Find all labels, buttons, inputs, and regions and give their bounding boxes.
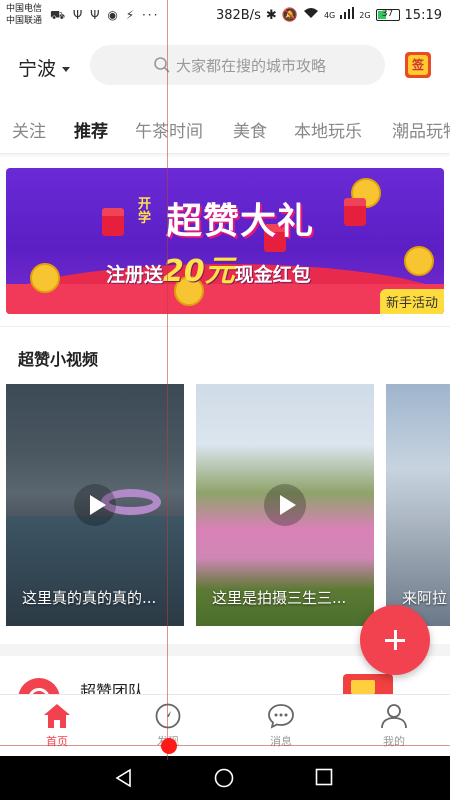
videos-section-title: 超赞小视频 (18, 350, 99, 369)
red-envelope-icon (102, 208, 124, 236)
search-icon (153, 56, 171, 78)
top-header: 宁波 大家都在搜的城市攻略 签 (0, 32, 450, 102)
video-card[interactable]: 来阿拉 (386, 384, 450, 626)
video-caption: 这里真的真的真的... (22, 589, 157, 607)
system-nav-bar (0, 756, 450, 800)
banner-amount: 20元 (163, 254, 235, 289)
nav-messages[interactable]: 消息 (241, 703, 321, 749)
mute-icon: 🔕 (281, 7, 298, 23)
battery-icon: 37 (375, 9, 400, 21)
caret-down-icon (62, 67, 71, 72)
pointer-guide-vertical (167, 0, 168, 760)
home-icon (17, 703, 97, 729)
tab-food[interactable]: 美食 (233, 117, 267, 142)
video-card[interactable]: 这里是拍摄三生三... (196, 384, 374, 626)
signal-4g-label: 4G (323, 10, 336, 20)
clock: 15:19 (404, 7, 442, 23)
compass-icon (128, 703, 208, 729)
notification-icons: ⛟ Ψ Ψ ◉ ⚡ ··· (50, 8, 160, 22)
signin-icon: 签 (408, 55, 428, 75)
banner-subtitle: 注册送20元现金红包 (106, 246, 311, 290)
nav-profile[interactable]: 我的 (354, 703, 434, 749)
signal-2g-label: 2G (359, 10, 371, 20)
recents-icon[interactable] (315, 768, 333, 790)
banner-subtitle-prefix: 注册送 (106, 264, 164, 286)
red-packet-inner (351, 680, 375, 694)
carrier-2: 中国联通 (6, 16, 43, 26)
add-post-button[interactable] (360, 605, 430, 675)
video-thumbnail-pool (6, 516, 184, 626)
search-bar[interactable]: 大家都在搜的城市攻略 (90, 45, 385, 85)
network-speed: 382B/s (215, 7, 261, 23)
video-card[interactable]: 这里真的真的真的... (6, 384, 184, 626)
tab-recommend[interactable]: 推荐 (74, 117, 108, 142)
banner-tag: 开学 (138, 197, 152, 226)
tab-follow[interactable]: 关注 (12, 117, 46, 142)
search-placeholder: 大家都在搜的城市攻略 (176, 57, 327, 75)
signin-button[interactable]: 签 (405, 52, 431, 78)
touch-indicator (161, 738, 177, 754)
tab-afternoon-tea[interactable]: 午茶时间 (135, 117, 203, 142)
new-user-badge: 新手活动 (379, 289, 444, 314)
city-selector[interactable]: 宁波 (18, 54, 71, 81)
coin-icon (30, 263, 60, 293)
status-right: 382B/s ✱ 🔕 4G 2G 37 15:19 (216, 7, 442, 23)
bluetooth-icon: ✱ (265, 7, 277, 23)
nav-home[interactable]: 首页 (17, 703, 97, 749)
video-caption: 来阿拉 (402, 589, 448, 607)
carrier-info: 中国电信 中国联通 (6, 3, 42, 27)
profile-icon (354, 703, 434, 729)
section-divider (0, 326, 450, 327)
back-icon[interactable] (114, 768, 134, 792)
carrier-1: 中国电信 (6, 4, 43, 14)
bottom-navigation: 首页 发现 消息 我的 (0, 694, 450, 756)
nav-profile-label: 我的 (383, 735, 405, 748)
signal-icon (340, 7, 355, 23)
tab-local-fun[interactable]: 本地玩乐 (294, 117, 362, 142)
banner-headline: 超赞大礼 (166, 201, 315, 242)
video-caption: 这里是拍摄三生三... (212, 589, 347, 607)
home-circle-icon[interactable] (214, 768, 234, 792)
wifi-icon (303, 7, 319, 23)
plus-icon-v (394, 630, 397, 650)
play-icon (263, 483, 307, 527)
message-icon (241, 703, 321, 729)
nav-home-label: 首页 (46, 735, 68, 748)
category-tabs: 关注 推荐 午茶时间 美食 本地玩乐 潮品玩物 (0, 102, 450, 154)
status-bar: 中国电信 中国联通 ⛟ Ψ Ψ ◉ ⚡ ··· 382B/s ✱ 🔕 4G 2G… (0, 0, 450, 32)
battery-level: 37 (381, 9, 394, 19)
coin-icon (404, 246, 434, 276)
banner-subtitle-suffix: 现金红包 (234, 264, 311, 286)
play-icon (73, 483, 117, 527)
nav-messages-label: 消息 (270, 735, 292, 748)
red-envelope-icon (344, 198, 366, 226)
tab-trendy[interactable]: 潮品玩物 (392, 117, 450, 142)
pointer-guide-horizontal (0, 745, 450, 746)
promo-banner[interactable]: 开学 超赞大礼 注册送20元现金红包 新手活动 (6, 168, 444, 314)
city-name: 宁波 (18, 58, 57, 80)
